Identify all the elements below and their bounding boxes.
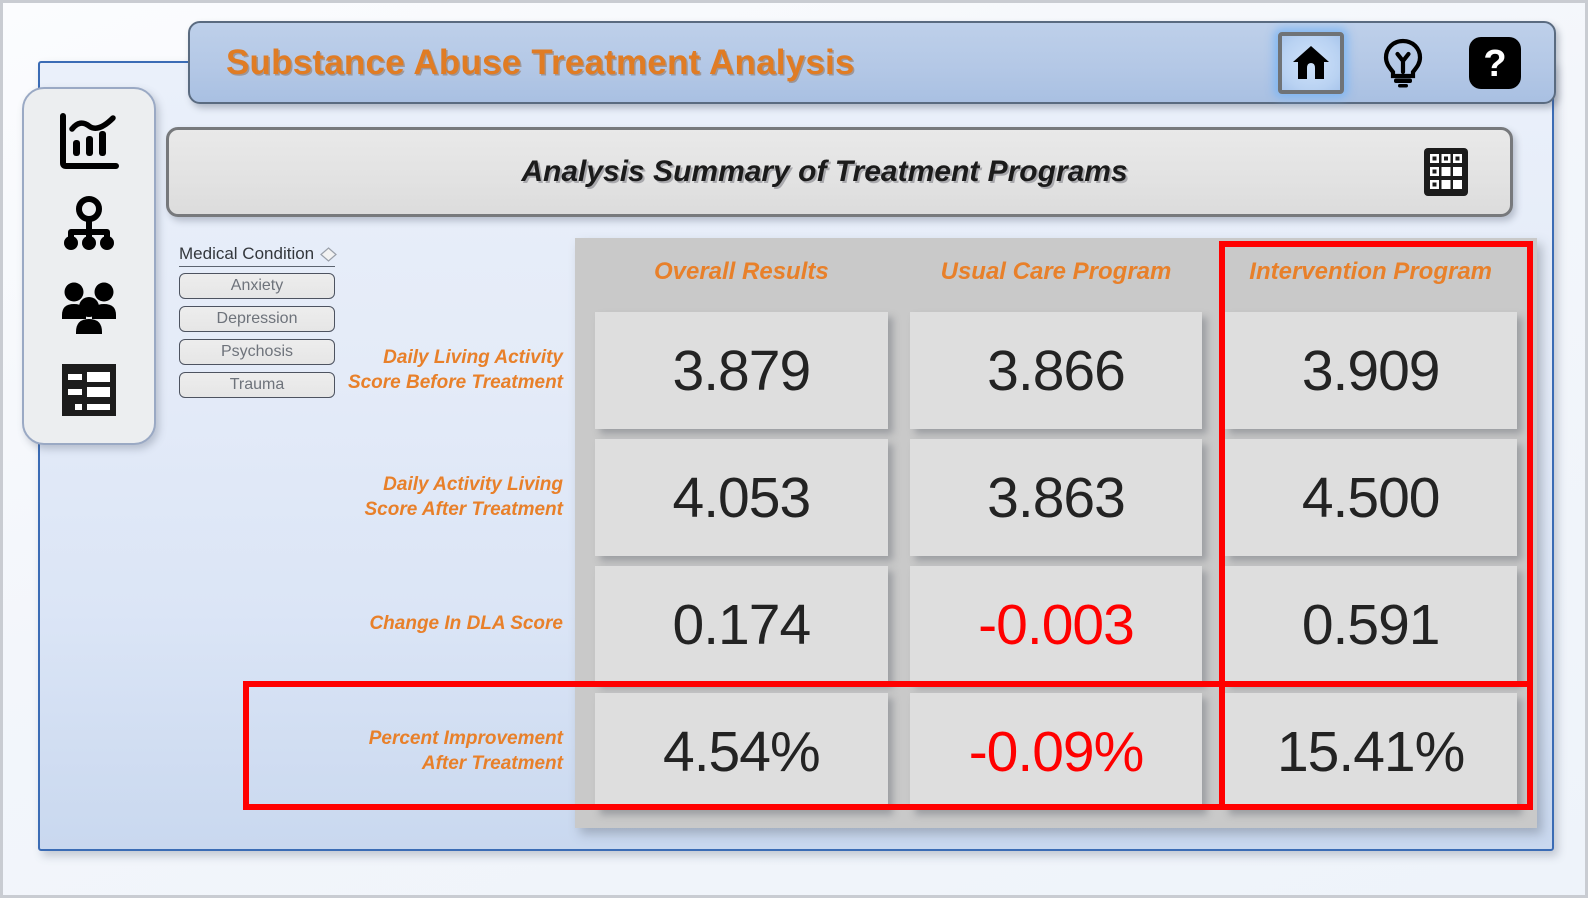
page-subtitle: Analysis Summary of Treatment Programs [521, 155, 1128, 188]
lightbulb-icon[interactable] [1370, 32, 1436, 94]
sidebar-item-analytics[interactable] [50, 105, 128, 179]
cell-dla-change-overall: 0.174 [595, 566, 888, 683]
question-mark-icon[interactable]: ? [1462, 32, 1528, 94]
filter-option-trauma[interactable]: Trauma [179, 372, 335, 398]
row-label-dla-before: Daily Living Activity Score Before Treat… [347, 347, 563, 393]
cell-pct-improve-overall: 4.54% [595, 693, 888, 810]
cell-dla-after-overall: 4.053 [595, 439, 888, 556]
sidebar-item-report[interactable] [50, 353, 128, 427]
people-group-icon [62, 282, 116, 335]
filter-option-anxiety[interactable]: Anxiety [179, 273, 335, 299]
filter-option-depression[interactable]: Depression [179, 306, 335, 332]
row-label-spacer [339, 242, 575, 302]
bar-line-chart-icon [60, 113, 119, 170]
row-label-pct-improve: Percent Improvement After Treatment [368, 728, 563, 774]
home-icon[interactable] [1278, 31, 1344, 94]
title-bar-actions: ? [1278, 31, 1528, 94]
metrics-row-labels: Daily Living Activity Score Before Treat… [339, 238, 575, 828]
medical-condition-filter: Medical Condition Anxiety Depression Psy… [179, 244, 338, 405]
grid-table-icon[interactable] [1420, 144, 1472, 200]
cell-dla-after-usual: 3.863 [909, 439, 1203, 556]
filter-header: Medical Condition [179, 244, 338, 267]
column-header-overall: Overall Results [653, 258, 829, 285]
title-bar: Substance Abuse Treatment Analysis ? [188, 21, 1556, 104]
metrics-grid: Overall Results Usual Care Program Inter… [575, 238, 1537, 828]
sidebar [22, 87, 156, 445]
filter-option-list: Anxiety Depression Psychosis Trauma [179, 273, 335, 398]
eraser-icon[interactable] [320, 246, 338, 262]
column-header-intervention: Intervention Program [1249, 258, 1493, 285]
subtitle-bar: Analysis Summary of Treatment Programs [166, 127, 1513, 217]
sidebar-item-hierarchy[interactable] [50, 188, 128, 262]
sidebar-item-demographics[interactable] [50, 270, 128, 344]
cell-pct-improve-usual: -0.09% [909, 693, 1203, 810]
report-table-icon [62, 363, 116, 416]
cell-dla-before-overall: 3.879 [595, 312, 888, 429]
cell-dla-after-intervention: 4.500 [1224, 439, 1517, 556]
row-label-dla-after: Daily Activity Living Score After Treatm… [364, 474, 563, 520]
svg-text:?: ? [1483, 43, 1506, 85]
cell-dla-change-usual: -0.003 [909, 566, 1203, 683]
application-root: Analysis Summary of Treatment Programs S… [0, 0, 1588, 898]
row-label-dla-change: Change In DLA Score [369, 613, 563, 635]
org-hierarchy-icon [64, 195, 114, 250]
filter-label: Medical Condition [179, 244, 315, 263]
cell-pct-improve-intervention: 15.41% [1224, 693, 1517, 810]
cell-dla-before-usual: 3.866 [909, 312, 1203, 429]
cell-dla-before-intervention: 3.909 [1224, 312, 1517, 429]
filter-option-psychosis[interactable]: Psychosis [179, 339, 335, 365]
page-title: Substance Abuse Treatment Analysis [226, 42, 855, 82]
cell-dla-change-intervention: 0.591 [1224, 566, 1517, 683]
column-header-usual-care: Usual Care Program [940, 258, 1172, 285]
